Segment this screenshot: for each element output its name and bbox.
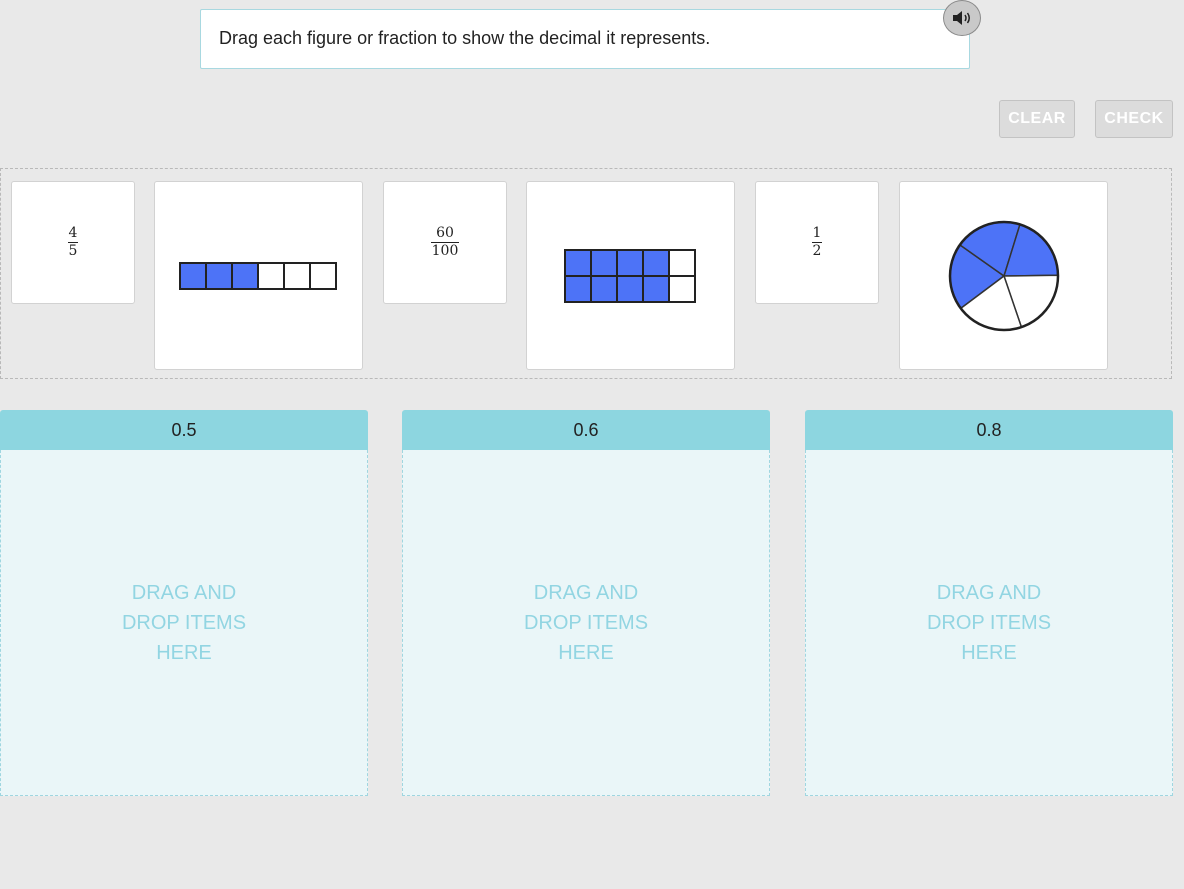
drop-area[interactable]: DRAG AND DROP ITEMS HERE bbox=[402, 450, 770, 796]
strip-cell bbox=[282, 261, 311, 290]
zone-label: 0.8 bbox=[805, 410, 1173, 450]
strip-model bbox=[178, 261, 337, 290]
grid-cell bbox=[641, 248, 670, 277]
card-fraction-60-100[interactable]: 60 100 bbox=[383, 181, 507, 304]
card-strip-model[interactable] bbox=[154, 181, 363, 370]
audio-button[interactable] bbox=[943, 0, 981, 36]
zone-label: 0.5 bbox=[0, 410, 368, 450]
grid-cell bbox=[615, 248, 644, 277]
grid-cell bbox=[667, 248, 696, 277]
grid-cell bbox=[589, 248, 618, 277]
check-button[interactable]: CHECK bbox=[1095, 100, 1173, 138]
grid-cell bbox=[641, 274, 670, 303]
card-grid-model[interactable] bbox=[526, 181, 735, 370]
clear-button[interactable]: CLEAR bbox=[999, 100, 1075, 138]
drop-hint: DRAG AND DROP ITEMS HERE bbox=[121, 581, 247, 664]
grid-cell bbox=[615, 274, 644, 303]
numerator: 1 bbox=[812, 224, 822, 241]
drop-area[interactable]: DRAG AND DROP ITEMS HERE bbox=[805, 450, 1173, 796]
strip-cell bbox=[178, 261, 207, 290]
drop-hint: DRAG AND DROP ITEMS HERE bbox=[926, 581, 1052, 664]
grid-model bbox=[563, 248, 696, 303]
drop-zone-0-5[interactable]: 0.5 DRAG AND DROP ITEMS HERE bbox=[0, 410, 368, 796]
card-pie-model[interactable] bbox=[899, 181, 1108, 370]
grid-cell bbox=[667, 274, 696, 303]
fraction-60-100: 60 100 bbox=[430, 224, 460, 260]
fraction-4-5: 4 5 bbox=[67, 224, 79, 260]
card-fraction-4-5[interactable]: 4 5 bbox=[11, 181, 135, 304]
numerator: 60 bbox=[436, 224, 454, 241]
denominator: 100 bbox=[431, 243, 459, 259]
zone-label: 0.6 bbox=[402, 410, 770, 450]
fraction-1-2: 1 2 bbox=[811, 224, 823, 260]
strip-cell bbox=[308, 261, 337, 290]
card-fraction-1-2[interactable]: 1 2 bbox=[755, 181, 879, 304]
grid-cell bbox=[589, 274, 618, 303]
drop-hint: DRAG AND DROP ITEMS HERE bbox=[523, 581, 649, 664]
strip-cell bbox=[230, 261, 259, 290]
numerator: 4 bbox=[68, 224, 78, 241]
grid-cell bbox=[563, 274, 592, 303]
instruction-text: Drag each figure or fraction to show the… bbox=[200, 9, 970, 69]
strip-cell bbox=[204, 261, 233, 290]
pie-model bbox=[948, 220, 1059, 331]
strip-cell bbox=[256, 261, 285, 290]
denominator: 5 bbox=[68, 243, 78, 259]
speaker-icon bbox=[953, 11, 970, 25]
drop-zone-0-6[interactable]: 0.6 DRAG AND DROP ITEMS HERE bbox=[402, 410, 770, 796]
grid-cell bbox=[563, 248, 592, 277]
drop-area[interactable]: DRAG AND DROP ITEMS HERE bbox=[0, 450, 368, 796]
drop-zone-0-8[interactable]: 0.8 DRAG AND DROP ITEMS HERE bbox=[805, 410, 1173, 796]
denominator: 2 bbox=[812, 243, 822, 259]
item-bank: 4 5 60 100 1 2 bbox=[0, 168, 1172, 379]
